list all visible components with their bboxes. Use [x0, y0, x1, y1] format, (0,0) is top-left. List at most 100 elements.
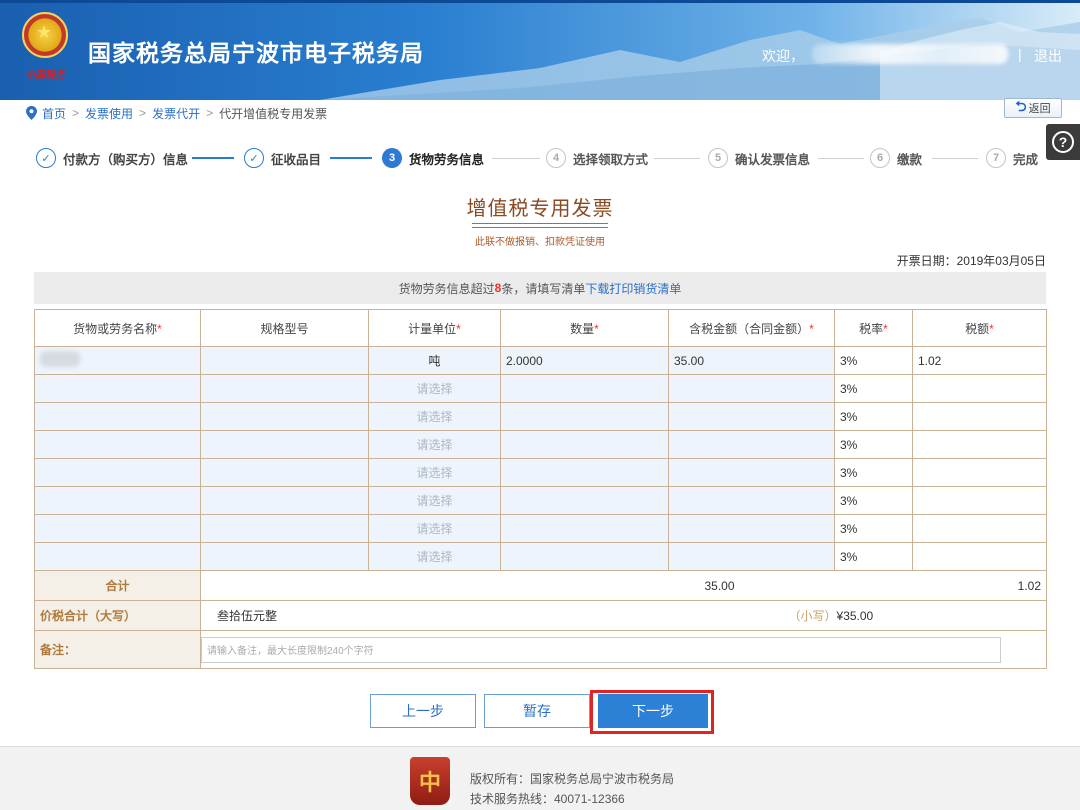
goods-name-cell[interactable] — [34, 402, 201, 431]
notice-count: 8 — [494, 281, 502, 295]
goods-name-cell[interactable] — [34, 430, 201, 459]
step-3: 3 货物劳务信息 — [382, 147, 484, 169]
amount-cell[interactable] — [668, 542, 835, 571]
spec-cell[interactable] — [200, 346, 369, 375]
table-row: 请选择 3% — [34, 486, 1047, 515]
amount-cell[interactable] — [668, 486, 835, 515]
table-row: 请选择 3% — [34, 430, 1047, 459]
lower-label: （小写） — [788, 609, 837, 623]
unit-select-cell[interactable]: 请选择 — [368, 514, 501, 543]
check-icon: ✓ — [244, 148, 264, 168]
tax-rate-cell: 3% — [834, 346, 913, 375]
unit-select-cell[interactable]: 请选择 — [368, 458, 501, 487]
step-number: 6 — [870, 148, 890, 168]
tax-amount-cell — [912, 542, 1047, 571]
quantity-cell[interactable] — [500, 486, 669, 515]
breadcrumb-invoice-use[interactable]: 发票使用 — [85, 105, 133, 122]
help-button[interactable]: ? — [1046, 124, 1080, 160]
unit-select-cell[interactable]: 吨 — [368, 346, 501, 375]
site-header: ★ 中国税务 国家税务总局宁波市电子税务局 欢迎， | 退出 — [0, 0, 1080, 100]
step-4: 4 选择领取方式 — [546, 147, 648, 169]
goods-name-cell[interactable] — [34, 458, 201, 487]
step-6: 6 缴款 — [870, 147, 922, 169]
unit-select-cell[interactable]: 请选择 — [368, 402, 501, 431]
copyright-text: 版权所有：国家税务总局宁波市税务局 — [470, 772, 675, 786]
price-total-row: 价税合计（大写） 叁拾伍元整 （小写）¥35.00 — [34, 600, 1047, 631]
quantity-cell[interactable] — [500, 374, 669, 403]
breadcrumb-separator: > — [72, 106, 80, 120]
download-list-link[interactable]: 下载打印销货清单 — [585, 280, 681, 297]
goods-name-cell[interactable] — [34, 346, 201, 375]
back-button[interactable]: ⮌ 返回 — [1004, 98, 1062, 118]
note-textarea[interactable]: 请输入备注，最大长度限制240个字符 — [201, 636, 1001, 663]
step-label: 选择领取方式 — [573, 152, 649, 167]
header-separator: | — [1018, 46, 1022, 62]
unit-select-cell[interactable]: 请选择 — [368, 430, 501, 459]
quantity-cell[interactable] — [500, 430, 669, 459]
step-number: 7 — [986, 148, 1006, 168]
step-connector — [492, 158, 540, 159]
tax-amount-cell — [912, 486, 1047, 515]
table-row: 请选择 3% — [34, 402, 1047, 431]
tax-rate-cell: 3% — [834, 402, 913, 431]
note-row: 备注： 请输入备注，最大长度限制240个字符 — [34, 630, 1047, 669]
amount-cell[interactable] — [668, 458, 835, 487]
quantity-cell[interactable] — [500, 542, 669, 571]
logout-link[interactable]: 退出 — [1034, 46, 1062, 66]
breadcrumb-current: 代开增值税专用发票 — [219, 106, 328, 121]
notice-prefix: 货物劳务信息超过 — [398, 281, 495, 296]
spec-cell[interactable] — [200, 402, 369, 431]
tax-logo-icon: 中 — [410, 757, 450, 805]
amount-cell[interactable]: 35.00 — [668, 346, 835, 375]
unit-select-cell[interactable]: 请选择 — [368, 486, 501, 515]
breadcrumb-home[interactable]: 首页 — [42, 105, 66, 122]
total-label: 合计 — [34, 570, 201, 601]
step-connector — [654, 158, 700, 159]
quantity-cell[interactable]: 2.0000 — [500, 346, 669, 375]
prev-step-button[interactable]: 上一步 — [370, 694, 476, 728]
spec-cell[interactable] — [200, 374, 369, 403]
notice-bar: 货物劳务信息超过 8 条，请填写清单 下载打印销货清单 — [34, 272, 1046, 304]
unit-select-cell[interactable]: 请选择 — [368, 542, 501, 571]
spec-cell[interactable] — [200, 514, 369, 543]
tax-rate-cell: 3% — [834, 514, 913, 543]
goods-name-cell[interactable] — [34, 542, 201, 571]
table-row: 请选择 3% — [34, 542, 1047, 571]
goods-name-cell[interactable] — [34, 486, 201, 515]
back-arrow-icon: ⮌ — [1015, 98, 1027, 114]
step-2: ✓ 征收品目 — [244, 147, 321, 169]
notice-middle: 条，请填写清单 — [501, 281, 586, 296]
save-draft-button[interactable]: 暂存 — [484, 694, 590, 728]
amount-cell[interactable] — [668, 514, 835, 543]
goods-name-cell[interactable] — [34, 514, 201, 543]
unit-select-cell[interactable]: 请选择 — [368, 374, 501, 403]
footer-text: 版权所有：国家税务总局宁波市税务局 技术服务热线：40071-12366 — [470, 769, 674, 809]
quantity-cell[interactable] — [500, 402, 669, 431]
invoice-title: 增值税专用发票 — [466, 198, 614, 220]
amount-cell[interactable] — [668, 374, 835, 403]
spec-cell[interactable] — [200, 430, 369, 459]
col-header: 规格型号 — [200, 309, 369, 347]
step-label: 付款方（购买方）信息 — [63, 152, 189, 167]
col-header: 计量单位* — [368, 309, 501, 347]
spec-cell[interactable] — [200, 458, 369, 487]
amount-cell[interactable] — [668, 430, 835, 459]
step-1: ✓ 付款方（购买方）信息 — [36, 147, 188, 169]
blurred-username — [812, 44, 1008, 64]
price-total-label: 价税合计（大写） — [34, 600, 201, 631]
step-label: 征收品目 — [271, 152, 322, 167]
price-total-upper: 叁拾伍元整 — [200, 600, 669, 631]
page-footer: 中 版权所有：国家税务总局宁波市税务局 技术服务热线：40071-12366 — [0, 746, 1080, 810]
amount-cell[interactable] — [668, 402, 835, 431]
spec-cell[interactable] — [200, 486, 369, 515]
step-label: 完成 — [1013, 152, 1039, 167]
step-label: 缴款 — [897, 152, 923, 167]
spec-cell[interactable] — [200, 542, 369, 571]
goods-name-cell[interactable] — [34, 374, 201, 403]
quantity-cell[interactable] — [500, 514, 669, 543]
tax-amount-cell — [912, 402, 1047, 431]
back-button-label: 返回 — [1028, 103, 1051, 115]
table-row: 请选择 3% — [34, 514, 1047, 543]
breadcrumb-invoice-issue[interactable]: 发票代开 — [152, 105, 200, 122]
quantity-cell[interactable] — [500, 458, 669, 487]
